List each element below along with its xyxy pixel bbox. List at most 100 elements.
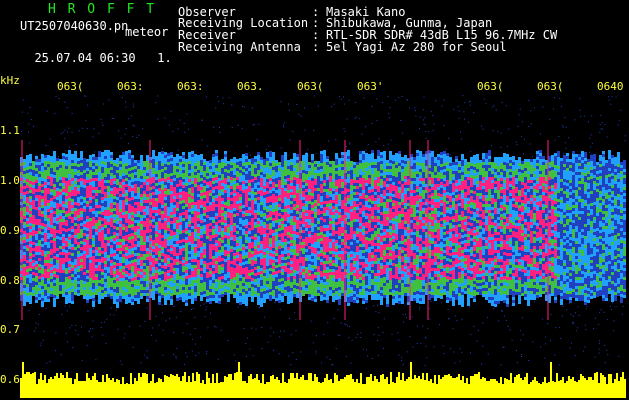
signal-cell	[215, 192, 218, 195]
signal-cell	[164, 185, 167, 188]
signal-cell	[92, 172, 95, 175]
noise-pixel	[344, 130, 346, 132]
signal-cell	[200, 229, 203, 232]
signal-cell	[179, 210, 182, 213]
signal-cell	[188, 233, 191, 236]
signal-cell	[197, 164, 200, 167]
signal-cell	[86, 171, 89, 174]
signal-cell	[200, 238, 203, 241]
signal-cell	[161, 262, 164, 265]
signal-cell	[104, 264, 107, 267]
signal-cell	[179, 186, 182, 189]
signal-cell	[146, 215, 149, 218]
signal-cell	[50, 279, 53, 282]
signal-cell	[44, 230, 47, 233]
signal-cell	[110, 236, 113, 239]
signal-cell	[137, 190, 140, 193]
signal-cell	[125, 250, 128, 253]
signal-cell	[29, 301, 32, 304]
signal-cell	[230, 171, 233, 174]
signal-cell	[107, 258, 110, 261]
noise-pixel	[540, 346, 542, 348]
signal-cell	[68, 264, 71, 267]
signal-cell	[161, 190, 164, 193]
signal-cell	[68, 192, 71, 195]
signal-cell	[179, 282, 182, 285]
signal-cell	[203, 186, 206, 189]
signal-cell	[101, 230, 104, 233]
signal-cell	[134, 235, 137, 238]
signal-cell	[119, 242, 122, 245]
noise-pixel	[572, 315, 574, 317]
signal-cell	[170, 158, 173, 161]
signal-cell	[47, 278, 50, 281]
signal-cell	[227, 278, 230, 281]
signal-cell	[140, 185, 143, 188]
signal-cell	[209, 178, 212, 181]
signal-cell	[158, 215, 161, 218]
signal-cell	[200, 154, 203, 157]
signal-cell	[92, 250, 95, 253]
signal-cell	[71, 214, 74, 217]
signal-cell	[209, 235, 212, 238]
signal-cell	[77, 173, 80, 176]
signal-cell	[110, 194, 113, 197]
signal-cell	[155, 264, 158, 267]
noise-pixel	[617, 124, 619, 126]
signal-cell	[203, 294, 206, 297]
noise-pixel	[58, 98, 60, 99]
noise-pixel	[35, 322, 37, 324]
signal-cell	[50, 264, 53, 267]
signal-cell	[197, 194, 200, 197]
signal-cell	[59, 285, 62, 288]
signal-cell	[215, 297, 218, 300]
signal-cell	[215, 270, 218, 273]
signal-cell	[35, 270, 38, 273]
signal-cell	[50, 258, 53, 261]
signal-cell	[212, 262, 215, 265]
signal-cell	[170, 152, 173, 155]
signal-cell	[80, 244, 83, 247]
signal-cell	[134, 298, 137, 301]
signal-cell	[68, 294, 71, 297]
noise-pixel	[503, 346, 505, 348]
signal-cell	[68, 159, 71, 162]
noise-pixel	[522, 317, 523, 319]
signal-cell	[212, 229, 215, 232]
signal-cell	[164, 299, 167, 302]
signal-cell	[104, 210, 107, 213]
signal-cell	[182, 173, 185, 176]
signal-cell	[107, 237, 110, 240]
signal-cell	[158, 245, 161, 248]
signal-cell	[68, 237, 71, 240]
signal-cell	[146, 242, 149, 245]
signal-cell	[68, 285, 71, 288]
noise-pixel	[608, 99, 610, 101]
noise-pixel	[253, 124, 255, 126]
signal-cell	[26, 230, 29, 233]
signal-cell	[227, 281, 230, 284]
signal-cell	[167, 243, 170, 246]
signal-cell	[200, 289, 203, 292]
signal-cell	[80, 256, 83, 259]
signal-cell	[152, 159, 155, 162]
signal-cell	[113, 199, 116, 202]
signal-cell	[89, 197, 92, 200]
signal-cell	[113, 166, 116, 169]
signal-cell	[206, 161, 209, 164]
signal-cell	[191, 226, 194, 229]
signal-cell	[191, 247, 194, 250]
noise-pixel	[228, 97, 230, 99]
signal-cell	[158, 284, 161, 287]
signal-cell	[137, 289, 140, 292]
signal-cell	[89, 290, 92, 293]
signal-cell	[134, 283, 137, 286]
signal-cell	[209, 223, 212, 226]
signal-cell	[125, 301, 128, 304]
signal-cell	[38, 162, 41, 165]
noise-pixel	[490, 145, 492, 147]
signal-cell	[35, 261, 38, 264]
signal-cell	[212, 280, 215, 283]
signal-cell	[152, 294, 155, 297]
signal-cell	[86, 231, 89, 234]
